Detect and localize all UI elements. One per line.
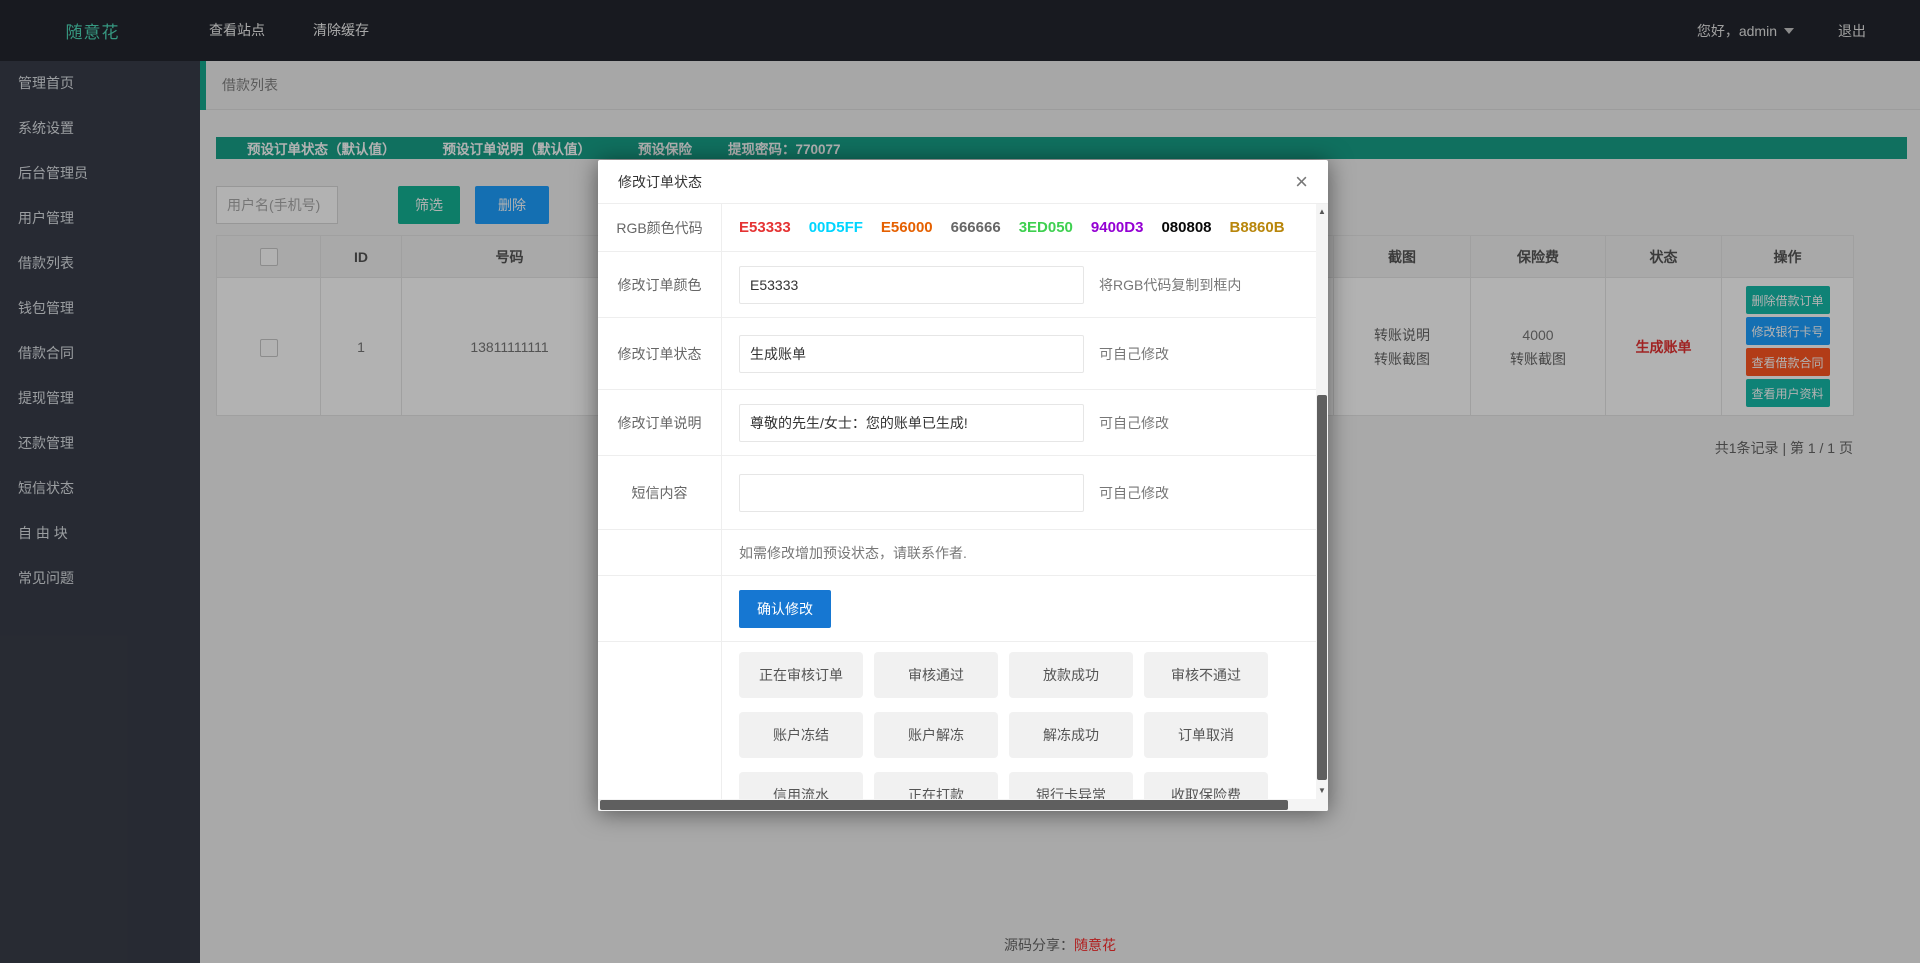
sms-content-row: 短信内容 可自己修改 [598, 456, 1316, 530]
sms-content-hint: 可自己修改 [1099, 483, 1169, 503]
preset-status-button[interactable]: 审核不通过 [1144, 652, 1268, 698]
preset-status-button[interactable]: 订单取消 [1144, 712, 1268, 758]
order-desc-row: 修改订单说明 可自己修改 [598, 390, 1316, 456]
note-label-empty [598, 530, 722, 575]
preset-status-button[interactable]: 审核通过 [874, 652, 998, 698]
rgb-code: 080808 [1161, 219, 1211, 236]
order-desc-input[interactable] [739, 404, 1084, 442]
preset-status-button[interactable]: 账户解冻 [874, 712, 998, 758]
sms-content-input[interactable] [739, 474, 1084, 512]
order-color-label: 修改订单颜色 [598, 252, 722, 317]
scrollbar-corner [1316, 799, 1328, 811]
note-row: 如需修改增加预设状态，请联系作者. [598, 530, 1316, 576]
preset-status-button[interactable]: 账户冻结 [739, 712, 863, 758]
rgb-code-list: E53333 00D5FF E56000 666666 3ED050 9400D… [739, 219, 1285, 236]
presets-label-empty [598, 642, 722, 811]
rgb-code: 666666 [951, 219, 1001, 236]
close-icon[interactable]: × [1289, 160, 1314, 204]
horizontal-scroll-thumb[interactable] [600, 800, 1288, 810]
contact-author-note: 如需修改增加预设状态，请联系作者. [739, 543, 967, 563]
order-color-hint: 将RGB代码复制到框内 [1099, 275, 1241, 295]
confirm-row: 确认修改 [598, 576, 1316, 642]
preset-status-row: 正在审核订单 审核通过 放款成功 审核不通过 账户冻结 账户解冻 解冻成功 订单… [598, 642, 1316, 811]
order-desc-hint: 可自己修改 [1099, 413, 1169, 433]
rgb-code: 3ED050 [1019, 219, 1073, 236]
rgb-code: 9400D3 [1091, 219, 1144, 236]
preset-status-button[interactable]: 正在审核订单 [739, 652, 863, 698]
preset-status-button[interactable]: 放款成功 [1009, 652, 1133, 698]
rgb-codes-label: RGB颜色代码 [598, 204, 722, 251]
modal-vertical-scrollbar[interactable]: ▲ ▼ [1316, 204, 1328, 799]
rgb-code: B8860B [1230, 219, 1285, 236]
modal-body: RGB颜色代码 E53333 00D5FF E56000 666666 3ED0… [598, 204, 1328, 811]
order-status-row: 修改订单状态 可自己修改 [598, 318, 1316, 390]
modal-horizontal-scrollbar[interactable] [598, 799, 1316, 811]
modal-title: 修改订单状态 [598, 174, 702, 190]
confirm-label-empty [598, 576, 722, 641]
scroll-down-arrow-icon[interactable]: ▼ [1316, 783, 1328, 799]
rgb-codes-row: RGB颜色代码 E53333 00D5FF E56000 666666 3ED0… [598, 204, 1316, 252]
order-color-row: 修改订单颜色 将RGB代码复制到框内 [598, 252, 1316, 318]
order-color-input[interactable] [739, 266, 1084, 304]
order-status-hint: 可自己修改 [1099, 344, 1169, 364]
order-status-input[interactable] [739, 335, 1084, 373]
scroll-up-arrow-icon[interactable]: ▲ [1316, 204, 1328, 220]
rgb-code: 00D5FF [809, 219, 863, 236]
order-status-label: 修改订单状态 [598, 318, 722, 389]
rgb-code: E53333 [739, 219, 791, 236]
rgb-code: E56000 [881, 219, 933, 236]
edit-order-status-modal: 修改订单状态 × RGB颜色代码 E53333 00D5FF E56000 66… [598, 160, 1328, 811]
modal-header: 修改订单状态 × [598, 160, 1328, 204]
sms-content-label: 短信内容 [598, 456, 722, 529]
vertical-scroll-thumb[interactable] [1317, 395, 1327, 780]
confirm-edit-button[interactable]: 确认修改 [739, 590, 831, 628]
preset-status-button[interactable]: 解冻成功 [1009, 712, 1133, 758]
order-desc-label: 修改订单说明 [598, 390, 722, 455]
